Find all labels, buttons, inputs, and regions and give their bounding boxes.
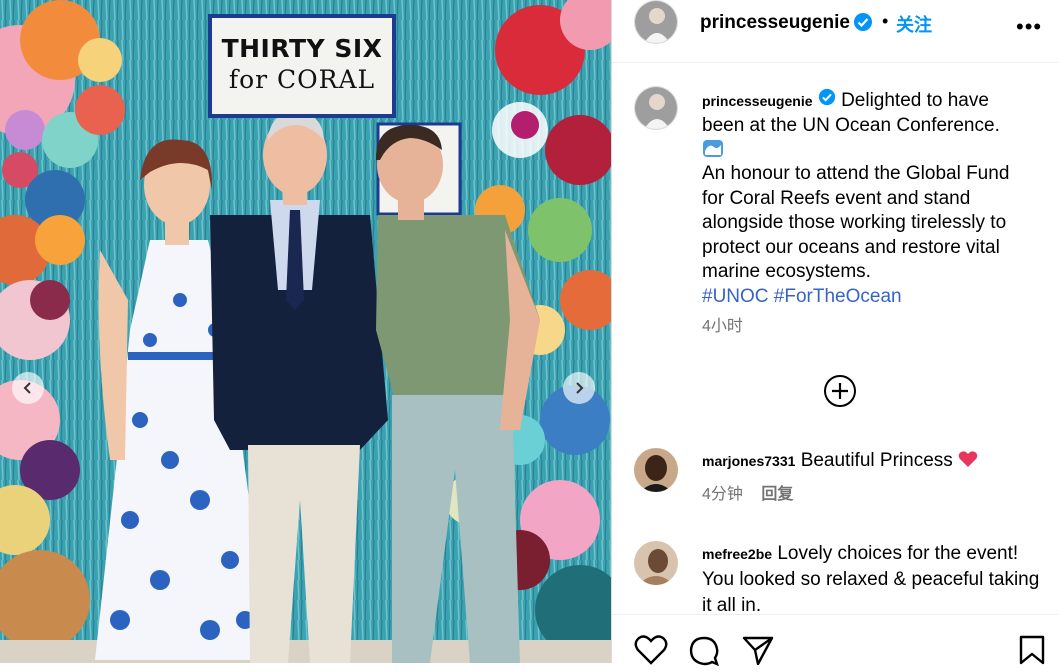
paper-plane-icon bbox=[742, 636, 774, 666]
chevron-right-icon bbox=[576, 382, 584, 394]
comment-item: marjones7331 Beautiful Princess 4分钟 回复 bbox=[634, 448, 1054, 518]
reply-button[interactable]: 回复 bbox=[761, 486, 793, 503]
comment-username[interactable]: marjones7331 bbox=[702, 453, 795, 469]
post-photo: THIRTY SIX for CORAL bbox=[0, 0, 611, 663]
chevron-left-icon bbox=[23, 382, 31, 394]
like-button[interactable] bbox=[634, 635, 668, 670]
save-button[interactable] bbox=[1018, 635, 1046, 670]
sign-line-1: THIRTY SIX bbox=[221, 34, 383, 63]
verified-badge-icon bbox=[853, 12, 873, 37]
avatar-image bbox=[634, 448, 678, 492]
carousel-prev-button[interactable] bbox=[12, 372, 44, 404]
post-details-pane: princesseugenie • 关注 ••• princesseugenie… bbox=[612, 0, 1059, 667]
carousel-next-button[interactable] bbox=[563, 372, 595, 404]
comment-text: Beautiful Princess bbox=[800, 450, 953, 471]
commenter-avatar[interactable] bbox=[634, 541, 678, 585]
coral-sign: THIRTY SIX for CORAL bbox=[208, 14, 396, 118]
more-options-icon[interactable]: ••• bbox=[1016, 14, 1042, 40]
avatar-image bbox=[635, 1, 677, 43]
header-username[interactable]: princesseugenie bbox=[700, 12, 850, 34]
caption-line-2: An honour to attend the Global Fund for … bbox=[702, 163, 1010, 282]
avatar[interactable] bbox=[634, 0, 678, 44]
comment-timestamp: 4分钟 bbox=[702, 486, 743, 503]
share-button[interactable] bbox=[742, 635, 774, 670]
bookmark-icon bbox=[1019, 635, 1045, 665]
comment-body: mefree2be Lovely choices for the event! … bbox=[702, 541, 1042, 614]
caption-username[interactable]: princesseugenie bbox=[702, 93, 813, 109]
sign-line-2: for CORAL bbox=[228, 65, 376, 94]
comment-item: mefree2be Lovely choices for the event! … bbox=[634, 541, 1054, 614]
caption-avatar[interactable] bbox=[634, 86, 678, 130]
heart-icon bbox=[634, 635, 668, 665]
heart-emoji-icon bbox=[958, 450, 978, 471]
plus-circle-icon bbox=[824, 375, 856, 407]
avatar-image bbox=[634, 541, 678, 585]
follow-button[interactable]: 关注 bbox=[896, 11, 932, 37]
wave-emoji-icon bbox=[702, 138, 1032, 162]
comment-button[interactable] bbox=[688, 635, 720, 672]
post-timestamp: 4小时 bbox=[702, 318, 743, 335]
comment-body: marjones7331 Beautiful Princess 4分钟 回复 bbox=[702, 448, 1042, 508]
header-separator: • bbox=[882, 11, 889, 31]
comment-bubble-icon bbox=[689, 636, 719, 667]
avatar-image bbox=[635, 87, 677, 129]
post-caption: princesseugenie Delighted to have been a… bbox=[702, 88, 1032, 340]
commenter-avatar[interactable] bbox=[634, 448, 678, 492]
hashtag-unoc[interactable]: #UNOC bbox=[702, 286, 769, 307]
post-header: princesseugenie • 关注 ••• bbox=[612, 0, 1059, 63]
comment-username[interactable]: mefree2be bbox=[702, 546, 772, 562]
hashtag-fortheocean[interactable]: #ForTheOcean bbox=[774, 286, 902, 307]
verified-badge-icon bbox=[818, 88, 836, 114]
post-actions-bar bbox=[612, 614, 1059, 667]
load-more-comments-button[interactable] bbox=[823, 374, 857, 413]
